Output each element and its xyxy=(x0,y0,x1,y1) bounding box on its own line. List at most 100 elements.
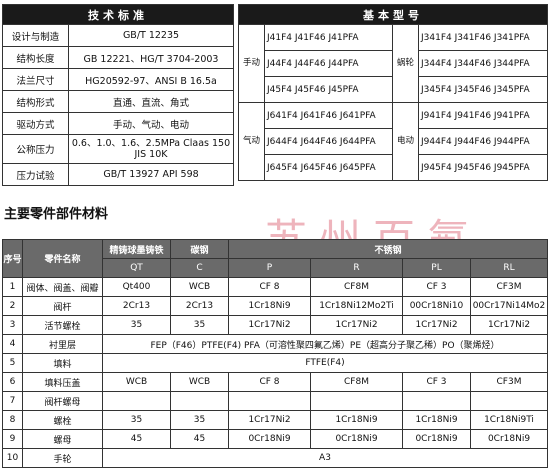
material-cell: WCB xyxy=(102,372,171,392)
manual-model: J41F4 J41F46 J41PFA xyxy=(264,24,393,51)
material-cell: WCB xyxy=(170,372,229,392)
row-number: 10 xyxy=(2,448,23,468)
electric-label: 电动 xyxy=(392,102,419,181)
row-number: 7 xyxy=(2,391,23,411)
header-carbon-steel: 碳钢 xyxy=(170,239,229,259)
material-cell: 2Cr13 xyxy=(170,296,229,316)
material-cell xyxy=(170,391,229,411)
material-cell: 35 xyxy=(102,410,171,430)
pneumatic-model: J644F4 J644F46 J644PFA xyxy=(264,128,393,155)
material-span: FEP（F46）PTFE(F4) PFA（可溶性聚四氟乙烯）PE（超高分子聚乙稀… xyxy=(102,334,548,354)
table-row: 6 填料压盖 WCB WCB CF 8 CF8M CF 3 CF3M xyxy=(2,372,548,392)
material-cell: 0Cr18Ni9 xyxy=(228,429,311,449)
standards-title: 技术标准 xyxy=(2,4,234,25)
material-cell: 1Cr18Ni9Ti xyxy=(470,410,548,430)
material-cell xyxy=(470,391,548,411)
row-number: 3 xyxy=(2,315,23,335)
standards-value: 0.6、1.0、1.6、2.5MPa Claas 150 JIS 10K xyxy=(68,134,234,164)
models-table: 基本型号 手动 J41F4 J41F46 J41PFA 蜗轮 J341F4 J3… xyxy=(238,4,548,181)
header-code: QT xyxy=(102,258,171,278)
material-cell: CF3M xyxy=(470,277,548,297)
standards-label: 设计与制造 xyxy=(2,24,69,47)
material-cell: 35 xyxy=(102,315,171,335)
header-no: 序号 xyxy=(2,239,23,278)
material-cell: 1Cr18Ni9 xyxy=(228,296,311,316)
material-cell: Qt400 xyxy=(102,277,171,297)
part-name: 活节螺栓 xyxy=(22,315,103,335)
electric-model: J944F4 J944F46 J944PFA xyxy=(418,128,548,155)
table-row: 10 手轮 A3 xyxy=(2,448,548,468)
material-cell: 1Cr17Ni2 xyxy=(310,315,403,335)
table-row: 5 填料 FTFE(F4) xyxy=(2,353,548,373)
material-cell: CF 8 xyxy=(228,277,311,297)
material-cell: CF8M xyxy=(310,277,403,297)
header-code: P xyxy=(228,258,311,278)
material-cell: 0Cr18Ni9 xyxy=(470,429,548,449)
material-span: FTFE(F4) xyxy=(102,353,548,373)
material-cell: CF8M xyxy=(310,372,403,392)
table-row: 3 活节螺栓 35 35 1Cr17Ni2 1Cr17Ni2 1Cr17Ni2 1Cr17Ni… xyxy=(2,315,548,335)
worm-model: J341F4 J341F46 J341PFA xyxy=(418,24,548,51)
material-cell: 00Cr17Ni14Mo2 xyxy=(470,296,548,316)
header-code: PL xyxy=(402,258,471,278)
part-name: 阀体、阀盖、阀瓣 xyxy=(22,277,103,297)
table-row: 7 阀杆螺母 xyxy=(2,391,548,411)
standards-value: GB 12221、HG/T 3704-2003 xyxy=(68,46,234,69)
row-number: 9 xyxy=(2,429,23,449)
table-row: 8 螺栓 35 35 1Cr17Ni2 1Cr18Ni9 1Cr18Ni9 1Cr18Ni9T… xyxy=(2,410,548,430)
standards-value: 手动、气动、电动 xyxy=(68,112,234,135)
material-cell: 0Cr18Ni9 xyxy=(310,429,403,449)
row-number: 6 xyxy=(2,372,23,392)
section-title: 主要零件部件材料 xyxy=(4,207,109,222)
standards-label: 压力试验 xyxy=(2,163,69,186)
row-number: 1 xyxy=(2,277,23,297)
header-code: C xyxy=(170,258,229,278)
pneumatic-label: 气动 xyxy=(238,102,265,181)
material-cell: 1Cr17Ni2 xyxy=(470,315,548,335)
electric-model: J941F4 J941F46 J941PFA xyxy=(418,102,548,129)
material-cell: 35 xyxy=(170,410,229,430)
header-cast-iron: 精铸球墨铸铁 xyxy=(102,239,171,259)
material-cell: CF 8 xyxy=(228,372,311,392)
pneumatic-model: J641F4 J641F46 J641PFA xyxy=(264,102,393,129)
manual-model: J45F4 J45F46 J45PFA xyxy=(264,76,393,103)
material-cell: 35 xyxy=(170,315,229,335)
material-cell: 45 xyxy=(170,429,229,449)
part-name: 阀杆 xyxy=(22,296,103,316)
part-name: 螺母 xyxy=(22,429,103,449)
material-cell: CF3M xyxy=(470,372,548,392)
standards-value: 直通、直流、角式 xyxy=(68,90,234,113)
header-code: R xyxy=(310,258,403,278)
worm-label: 蜗轮 xyxy=(392,24,419,103)
standards-label: 法兰尺寸 xyxy=(2,68,69,91)
standards-value: HG20592-97、ANSI B 16.5a xyxy=(68,68,234,91)
material-cell: 45 xyxy=(102,429,171,449)
material-cell xyxy=(402,391,471,411)
row-number: 4 xyxy=(2,334,23,354)
pneumatic-model: J645F4 J645F46 J645PFA xyxy=(264,154,393,181)
row-number: 5 xyxy=(2,353,23,373)
material-cell: 1Cr17Ni2 xyxy=(228,410,311,430)
manual-model: J44F4 J44F46 J44PFA xyxy=(264,50,393,77)
part-name: 阀杆螺母 xyxy=(22,391,103,411)
material-span: A3 xyxy=(102,448,548,468)
standards-label: 结构形式 xyxy=(2,90,69,113)
header-stainless: 不锈钢 xyxy=(228,239,548,259)
row-number: 8 xyxy=(2,410,23,430)
electric-model: J945F4 J945F46 J945PFA xyxy=(418,154,548,181)
material-cell: 00Cr18Ni10 xyxy=(402,296,471,316)
worm-model: J345F4 J345F46 J345PFA xyxy=(418,76,548,103)
part-name: 衬里层 xyxy=(22,334,103,354)
standards-value: GB/T 12235 xyxy=(68,24,234,47)
table-row: 4 衬里层 FEP（F46）PTFE(F4) PFA（可溶性聚四氟乙烯）PE（超高分… xyxy=(2,334,548,354)
material-cell: 1Cr17Ni2 xyxy=(402,315,471,335)
material-cell xyxy=(228,391,311,411)
material-cell: WCB xyxy=(170,277,229,297)
material-cell: 2Cr13 xyxy=(102,296,171,316)
material-cell: 0Cr18Ni9 xyxy=(402,429,471,449)
part-name: 填料压盖 xyxy=(22,372,103,392)
material-cell: 1Cr18Ni12Mo2Ti xyxy=(310,296,403,316)
row-number: 2 xyxy=(2,296,23,316)
material-cell: 1Cr17Ni2 xyxy=(228,315,311,335)
material-cell xyxy=(102,391,171,411)
